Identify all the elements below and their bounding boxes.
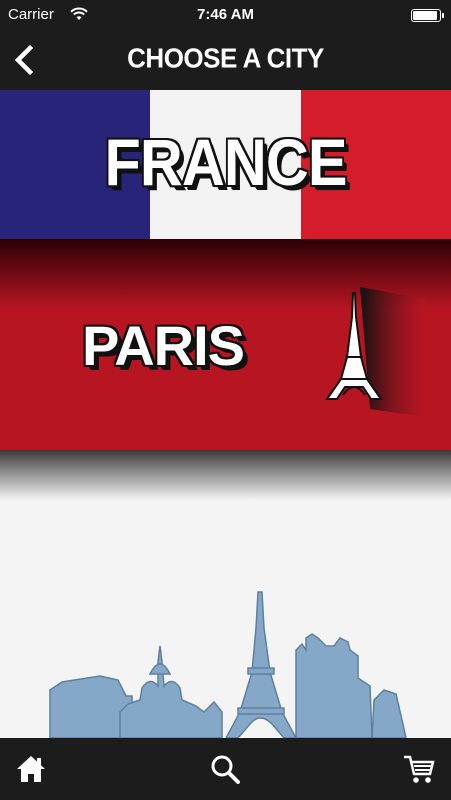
battery-icon	[411, 9, 444, 22]
skyline-illustration	[49, 591, 407, 738]
eiffel-tower-icon	[325, 287, 425, 417]
city-item-paris[interactable]: PARIS	[0, 239, 451, 450]
navigation-bar: CHOOSE A CITY	[0, 30, 451, 90]
city-label: PARIS	[82, 314, 245, 377]
country-banner-france[interactable]: FRANCE	[0, 90, 451, 239]
tab-bar	[0, 738, 451, 800]
cart-icon	[404, 755, 435, 783]
home-tab[interactable]	[14, 752, 48, 786]
home-icon	[17, 756, 45, 782]
status-bar: Carrier 7:46 AM	[0, 0, 451, 30]
search-tab[interactable]	[208, 752, 242, 786]
search-icon	[211, 755, 240, 784]
paris-skyline	[0, 450, 451, 738]
page-title: CHOOSE A CITY	[127, 42, 324, 74]
cart-tab[interactable]	[402, 752, 436, 786]
status-time: 7:46 AM	[197, 6, 254, 23]
country-label: FRANCE	[104, 125, 347, 199]
